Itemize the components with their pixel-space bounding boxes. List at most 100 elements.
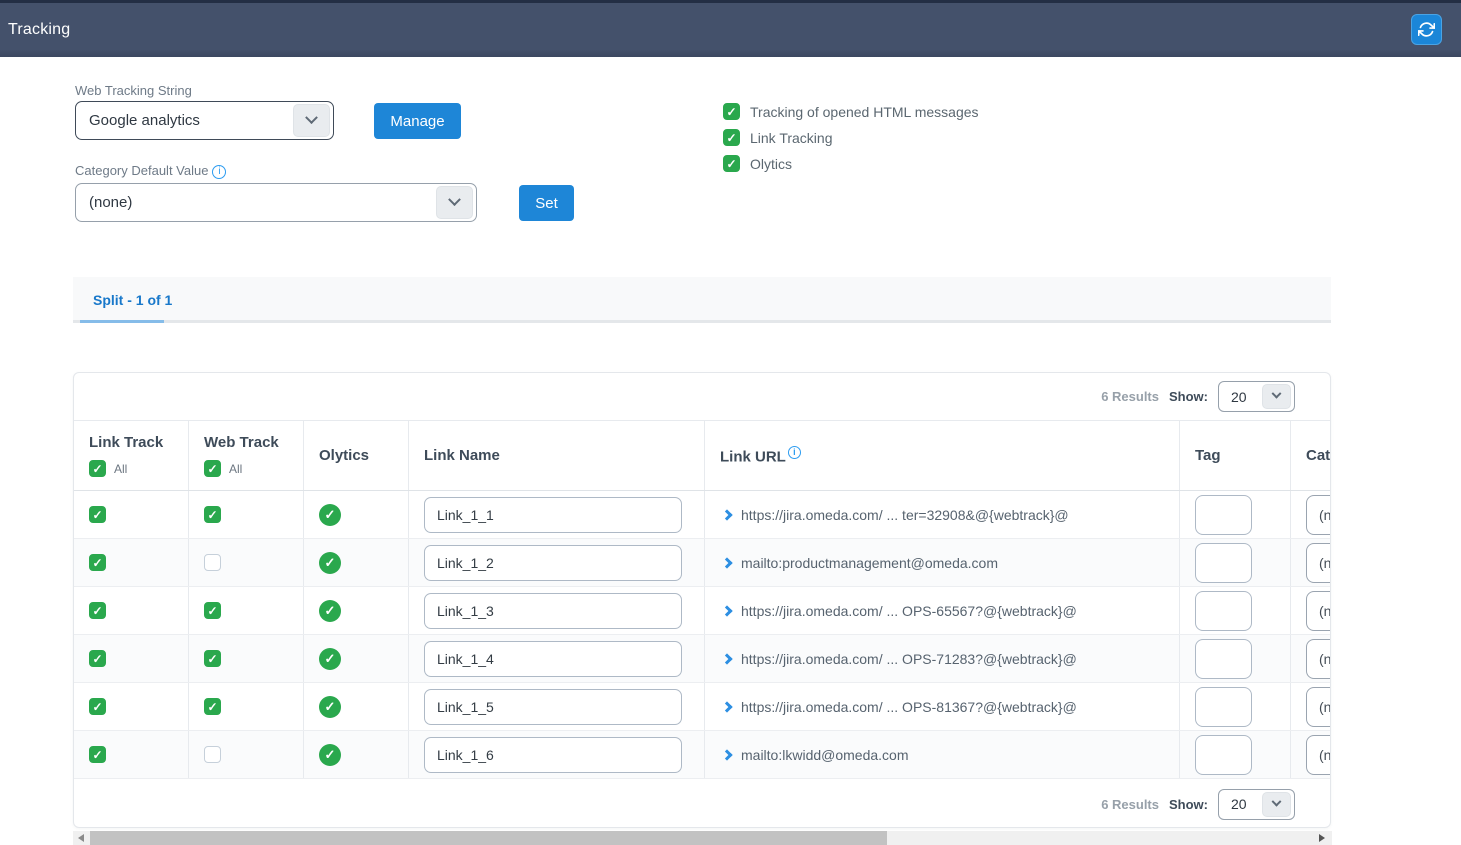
select-arrow-button[interactable] xyxy=(436,186,473,219)
select-arrow-button[interactable] xyxy=(1262,384,1291,409)
tag-cell xyxy=(1180,635,1291,682)
column-web-track: Web Track All xyxy=(189,421,304,490)
tag-cell xyxy=(1180,731,1291,778)
set-button[interactable]: Set xyxy=(519,185,574,221)
link-name-cell xyxy=(409,587,705,634)
category-cell: (none) xyxy=(1291,683,1331,730)
tag-input[interactable] xyxy=(1195,543,1252,583)
link-tracking-checkbox[interactable] xyxy=(723,129,740,146)
link-name-input[interactable] xyxy=(424,497,682,533)
show-label: Show: xyxy=(1169,389,1208,404)
link-track-checkbox[interactable] xyxy=(89,698,106,715)
tag-input[interactable] xyxy=(1195,639,1252,679)
horizontal-scrollbar[interactable] xyxy=(73,831,1332,845)
category-select[interactable]: (none) xyxy=(1306,543,1331,583)
category-select[interactable]: (none) xyxy=(1306,639,1331,679)
link-url-text: https://jira.omeda.com/ ... OPS-81367?@{… xyxy=(741,699,1077,715)
link-name-cell xyxy=(409,491,705,538)
olytics-checkbox[interactable] xyxy=(723,155,740,172)
olytics-check-icon xyxy=(319,504,341,526)
page-title: Tracking xyxy=(0,21,70,39)
category-select[interactable]: (none) xyxy=(1306,591,1331,631)
category-select[interactable]: (none) xyxy=(1306,687,1331,727)
category-cell: (none) xyxy=(1291,539,1331,586)
olytics-check-icon xyxy=(319,600,341,622)
olytics-check-icon xyxy=(319,648,341,670)
link-track-checkbox[interactable] xyxy=(89,650,106,667)
tag-cell xyxy=(1180,683,1291,730)
show-label: Show: xyxy=(1169,797,1208,812)
web-tracking-string-select[interactable]: Google analytics xyxy=(75,101,334,140)
category-default-value-label: Category Default Value xyxy=(75,163,226,179)
web-track-all-checkbox[interactable] xyxy=(204,460,221,477)
tab-split-1-of-1[interactable]: Split - 1 of 1 xyxy=(80,277,185,323)
tracking-option-row: Tracking of opened HTML messages xyxy=(723,103,979,120)
tracking-opened-html-checkbox[interactable] xyxy=(723,103,740,120)
tag-input[interactable] xyxy=(1195,591,1252,631)
table-row: https://jira.omeda.com/ ... ter=32908&@{… xyxy=(74,491,1330,539)
tag-input[interactable] xyxy=(1195,495,1252,535)
web-track-checkbox[interactable] xyxy=(204,602,221,619)
link-track-checkbox[interactable] xyxy=(89,506,106,523)
chevron-right-icon[interactable] xyxy=(721,749,732,760)
refresh-button[interactable] xyxy=(1411,14,1442,45)
category-default-value-select[interactable]: (none) xyxy=(75,183,477,222)
tracking-option-row: Olytics xyxy=(723,155,979,172)
category-value: (none) xyxy=(1319,555,1331,571)
chevron-right-icon[interactable] xyxy=(721,509,732,520)
link-name-input[interactable] xyxy=(424,593,682,629)
info-icon[interactable] xyxy=(788,446,801,459)
category-value: (none) xyxy=(1319,747,1331,763)
web-track-checkbox[interactable] xyxy=(204,650,221,667)
select-arrow-button[interactable] xyxy=(293,104,330,137)
results-bar-bottom: 6 Results Show: 20 xyxy=(74,779,1330,828)
web-tracking-string-value: Google analytics xyxy=(76,112,200,129)
show-count-select[interactable]: 20 xyxy=(1218,789,1295,820)
web-track-cell xyxy=(189,539,304,586)
link-url-text: https://jira.omeda.com/ ... OPS-65567?@{… xyxy=(741,603,1077,619)
web-track-checkbox[interactable] xyxy=(204,698,221,715)
app-header: Tracking xyxy=(0,0,1461,57)
column-link-name: Link Name xyxy=(409,421,705,490)
link-name-input[interactable] xyxy=(424,737,682,773)
scrollbar-thumb[interactable] xyxy=(90,831,887,845)
scroll-right-arrow-icon[interactable] xyxy=(1319,834,1325,842)
category-select[interactable]: (none) xyxy=(1306,735,1331,775)
scroll-left-arrow-icon[interactable] xyxy=(78,834,84,842)
select-arrow-button[interactable] xyxy=(1262,792,1291,817)
link-name-input[interactable] xyxy=(424,545,682,581)
manage-button[interactable]: Manage xyxy=(374,103,461,139)
link-track-all-checkbox[interactable] xyxy=(89,460,106,477)
web-track-checkbox[interactable] xyxy=(204,554,221,571)
tracking-opened-html-label: Tracking of opened HTML messages xyxy=(750,104,979,120)
chevron-right-icon[interactable] xyxy=(721,605,732,616)
link-name-input[interactable] xyxy=(424,641,682,677)
olytics-check-icon xyxy=(319,552,341,574)
category-select[interactable]: (none) xyxy=(1306,495,1331,535)
chevron-down-icon xyxy=(1272,389,1282,399)
link-name-input[interactable] xyxy=(424,689,682,725)
link-track-checkbox[interactable] xyxy=(89,746,106,763)
link-track-checkbox[interactable] xyxy=(89,602,106,619)
chevron-right-icon[interactable] xyxy=(721,701,732,712)
link-url-cell: https://jira.omeda.com/ ... OPS-71283?@{… xyxy=(705,635,1180,682)
tag-input[interactable] xyxy=(1195,687,1252,727)
chevron-right-icon[interactable] xyxy=(721,653,732,664)
olytics-cell xyxy=(304,587,409,634)
chevron-right-icon[interactable] xyxy=(721,557,732,568)
web-track-checkbox[interactable] xyxy=(204,746,221,763)
link-track-checkbox[interactable] xyxy=(89,554,106,571)
web-track-cell xyxy=(189,587,304,634)
olytics-cell xyxy=(304,635,409,682)
olytics-cell xyxy=(304,731,409,778)
olytics-header-label: Olytics xyxy=(319,447,408,464)
web-track-checkbox[interactable] xyxy=(204,506,221,523)
link-url-text: https://jira.omeda.com/ ... OPS-71283?@{… xyxy=(741,651,1077,667)
tag-input[interactable] xyxy=(1195,735,1252,775)
info-icon[interactable] xyxy=(212,165,226,179)
link-track-cell xyxy=(74,731,189,778)
category-header-label: Category xyxy=(1306,447,1331,464)
tag-cell xyxy=(1180,587,1291,634)
web-track-cell xyxy=(189,635,304,682)
show-count-select[interactable]: 20 xyxy=(1218,381,1295,412)
